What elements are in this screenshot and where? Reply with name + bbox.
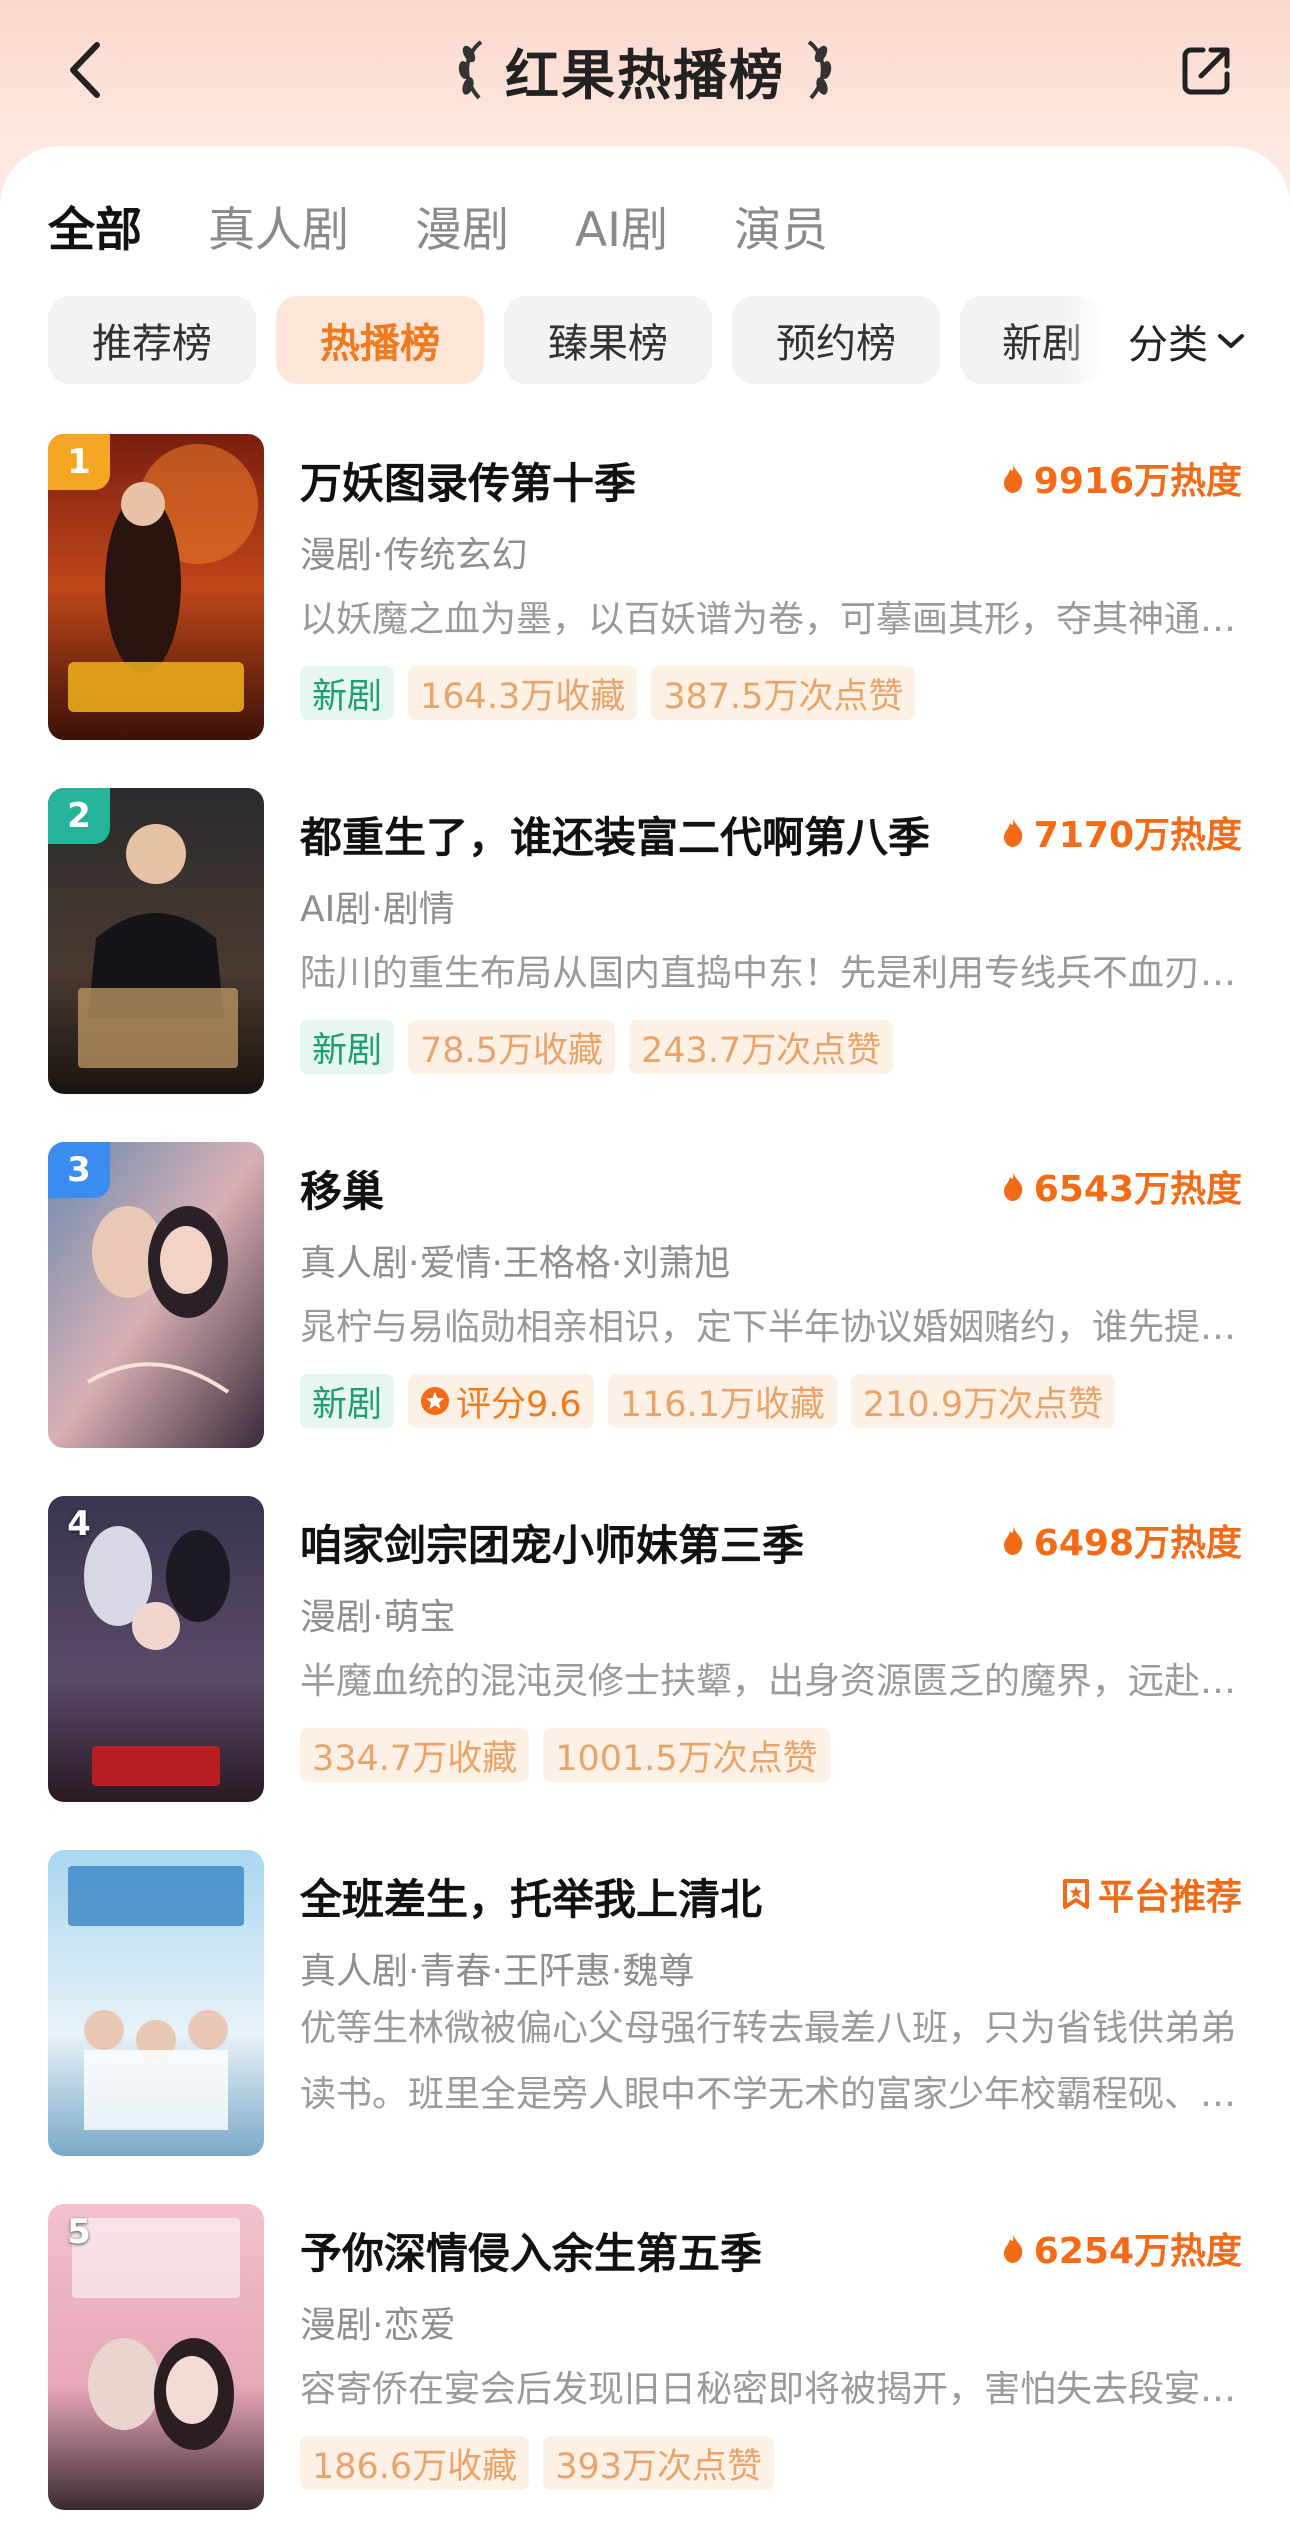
cover-image[interactable]: 1 [48, 434, 264, 740]
rank-badge: 1 [48, 434, 110, 490]
list-item[interactable]: 3 移巢 6543万热度 真人剧·爱情·王格格·刘萧旭 晁柠与易临勋相亲相识，定… [0, 1138, 1290, 1448]
list-item[interactable]: 1 万妖图录传第十季 9916万热度 漫剧·传统玄幻 以妖魔之血为墨，以百妖谱为… [0, 430, 1290, 740]
drama-title[interactable]: 咱家剑宗团宠小师妹第三季 [300, 1512, 1000, 1573]
title-area: 红果热播榜 [0, 30, 1290, 110]
heat-value: 6498万热度 [1000, 1514, 1242, 1566]
drama-title[interactable]: 予你深情侵入余生第五季 [300, 2220, 1000, 2281]
flame-icon [1003, 1172, 1023, 1201]
drama-meta: AI剧·剧情 [300, 889, 455, 930]
tab-live-action[interactable]: 真人剧 [208, 191, 349, 260]
drama-desc: 以妖魔之血为墨，以百妖谱为卷，可摹画其形，夺其神通… [300, 599, 1237, 640]
tag-likes: 387.5万次点赞 [651, 666, 916, 720]
tag-likes: 1001.5万次点赞 [543, 1728, 830, 1782]
heat-value: 7170万热度 [1000, 806, 1242, 858]
drama-title[interactable]: 都重生了，谁还装富二代啊第八季 [300, 804, 1000, 865]
drama-title[interactable]: 移巢 [300, 1158, 1000, 1219]
chip-reservation[interactable]: 预约榜 [732, 296, 940, 384]
flame-icon [1003, 818, 1023, 847]
heat-value: 6254万热度 [1000, 2222, 1242, 2274]
tab-comic[interactable]: 漫剧 [415, 191, 509, 260]
flame-icon [1003, 464, 1023, 493]
main-tabs: 全部 真人剧 漫剧 AI剧 演员 [48, 190, 828, 260]
drama-meta: 漫剧·恋爱 [300, 2305, 456, 2346]
cover-image[interactable]: 5 [48, 2204, 264, 2510]
category-label: 分类 [1128, 322, 1208, 368]
tag-new: 新剧 [300, 1374, 395, 1428]
tag-row: 新剧 78.5万收藏 243.7万次点赞 [300, 1020, 894, 1074]
drama-meta: 漫剧·萌宝 [300, 1597, 456, 1638]
flame-icon [1003, 2234, 1023, 2263]
flame-icon [1003, 1526, 1023, 1555]
bookmark-star-icon [1062, 1879, 1089, 1909]
list-item[interactable]: 5 予你深情侵入余生第五季 6254万热度 漫剧·恋爱 容寄侨在宴会后发现旧日秘… [0, 2200, 1290, 2510]
drama-meta: 漫剧·传统玄幻 [300, 535, 528, 576]
chevron-down-icon [1218, 334, 1244, 348]
tag-row: 334.7万收藏 1001.5万次点赞 [300, 1728, 830, 1782]
cover-image[interactable] [48, 1850, 264, 2156]
chip-recommended[interactable]: 推荐榜 [48, 296, 256, 384]
list-item-promoted[interactable]: 全班差生，托举我上清北 平台推荐 真人剧·青春·王阡惠·魏尊 优等生林微被偏心父… [0, 1846, 1290, 2156]
drama-title[interactable]: 全班差生，托举我上清北 [300, 1866, 1000, 1927]
heat-value: 9916万热度 [1000, 452, 1242, 504]
tag-likes: 210.9万次点赞 [850, 1374, 1116, 1428]
tag-new: 新剧 [300, 1020, 395, 1074]
category-button[interactable]: 分类 [1128, 308, 1246, 374]
tag-likes: 393万次点赞 [543, 2436, 775, 2490]
tab-ai[interactable]: AI剧 [575, 191, 668, 260]
list-item[interactable]: 4 咱家剑宗团宠小师妹第三季 6498万热度 漫剧·萌宝 半魔血统的混沌灵修士扶… [0, 1492, 1290, 1802]
laurel-left-icon [458, 40, 483, 100]
page-title: 红果热播榜 [505, 43, 785, 107]
drama-desc: 优等生林微被偏心父母强行转去最差八班，只为省钱供弟弟读书。班里全是旁人眼中不学无… [300, 2008, 1237, 2115]
heat-value: 6543万热度 [1000, 1160, 1242, 1212]
tag-favorites: 334.7万收藏 [300, 1728, 530, 1782]
tag-favorites: 186.6万收藏 [300, 2436, 530, 2490]
header: 红果热播榜 [0, 0, 1290, 150]
drama-title[interactable]: 万妖图录传第十季 [300, 450, 1000, 511]
drama-meta: 真人剧·青春·王阡惠·魏尊 [300, 1951, 695, 1992]
cover-image[interactable]: 4 [48, 1496, 264, 1802]
tag-row: 新剧 164.3万收藏 387.5万次点赞 [300, 666, 916, 720]
tab-actors[interactable]: 演员 [734, 191, 828, 260]
list-item[interactable]: 2 都重生了，谁还装富二代啊第八季 7170万热度 AI剧·剧情 陆川的重生布局… [0, 784, 1290, 1094]
tag-row: 新剧 评分9.6 116.1万收藏 210.9万次点赞 [300, 1374, 1116, 1428]
tag-score: 评分9.6 [408, 1374, 594, 1428]
chip-hot[interactable]: 热播榜 [276, 296, 484, 384]
tag-favorites: 116.1万收藏 [607, 1374, 837, 1428]
rank-badge: 5 [67, 2212, 91, 2252]
tag-favorites: 164.3万收藏 [408, 666, 638, 720]
drama-desc: 容寄侨在宴会后发现旧日秘密即将被揭开，害怕失去段宴… [300, 2369, 1237, 2410]
drama-desc: 半魔血统的混沌灵修士扶颦，出身资源匮乏的魔界，远赴… [300, 1661, 1237, 1702]
laurel-right-icon [807, 40, 832, 100]
rank-badge: 2 [48, 788, 110, 844]
cover-image[interactable]: 3 [48, 1142, 264, 1448]
tab-all[interactable]: 全部 [48, 191, 142, 260]
share-icon [1182, 47, 1230, 95]
tag-favorites: 78.5万收藏 [408, 1020, 615, 1074]
star-badge-icon [421, 1387, 450, 1415]
rank-badge: 4 [67, 1504, 91, 1544]
tag-new: 新剧 [300, 666, 395, 720]
drama-meta: 真人剧·爱情·王格格·刘萧旭 [300, 1243, 731, 1284]
tag-likes: 243.7万次点赞 [628, 1020, 894, 1074]
drama-desc: 晁柠与易临勋相亲相识，定下半年协议婚姻赌约，谁先提… [300, 1307, 1237, 1348]
chip-premium[interactable]: 臻果榜 [504, 296, 712, 384]
rank-badge: 3 [48, 1142, 110, 1198]
drama-desc: 陆川的重生布局从国内直捣中东！先是利用专线兵不血刃… [300, 953, 1237, 994]
tag-row: 186.6万收藏 393万次点赞 [300, 2436, 775, 2490]
cover-image[interactable]: 2 [48, 788, 264, 1094]
platform-recommend: 平台推荐 [1062, 1868, 1242, 1920]
share-button[interactable] [1175, 38, 1239, 102]
